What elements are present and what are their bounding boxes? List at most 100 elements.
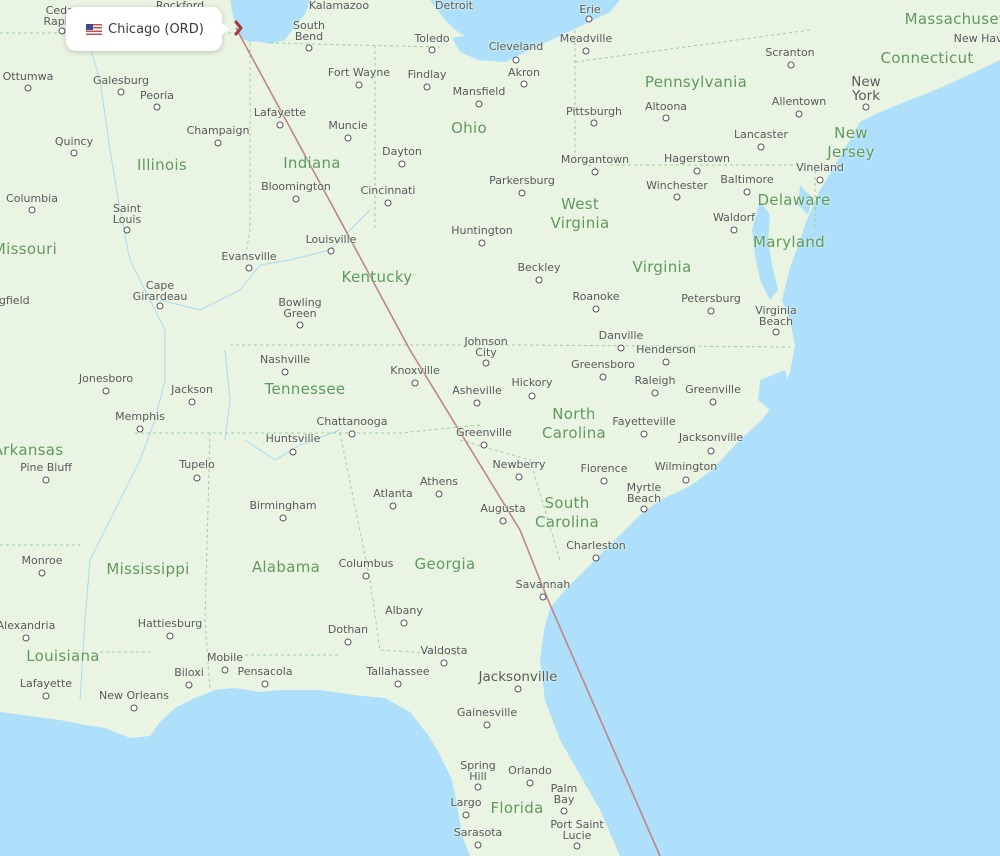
city-marker-icon[interactable]	[130, 704, 138, 712]
city-marker-icon[interactable]	[281, 368, 289, 376]
city-marker-icon[interactable]	[474, 783, 482, 791]
city-marker-icon[interactable]	[787, 61, 795, 69]
city-marker-icon[interactable]	[214, 139, 222, 147]
city-marker-icon[interactable]	[514, 685, 522, 693]
city-marker-icon[interactable]	[58, 27, 66, 35]
city-marker-icon[interactable]	[261, 680, 269, 688]
city-marker-icon[interactable]	[651, 389, 659, 397]
city-marker-icon[interactable]	[599, 373, 607, 381]
city-marker-icon[interactable]	[400, 619, 408, 627]
city-marker-icon[interactable]	[592, 305, 600, 313]
city-marker-icon[interactable]	[515, 473, 523, 481]
city-marker-icon[interactable]	[478, 239, 486, 247]
city-marker-icon[interactable]	[296, 321, 304, 329]
city-marker-icon[interactable]	[153, 103, 161, 111]
city-marker-icon[interactable]	[585, 15, 593, 23]
city-label-peoria: Peoria	[139, 89, 175, 102]
city-marker-icon[interactable]	[276, 121, 284, 129]
city-marker-icon[interactable]	[355, 81, 363, 89]
city-marker-icon[interactable]	[462, 811, 470, 819]
city-marker-icon[interactable]	[673, 193, 681, 201]
city-marker-icon[interactable]	[305, 44, 313, 52]
city-marker-icon[interactable]	[411, 379, 419, 387]
city-marker-icon[interactable]	[528, 392, 536, 400]
city-marker-icon[interactable]	[435, 490, 443, 498]
city-marker-icon[interactable]	[389, 502, 397, 510]
city-marker-icon[interactable]	[344, 638, 352, 646]
city-marker-icon[interactable]	[398, 160, 406, 168]
city-marker-icon[interactable]	[590, 119, 598, 127]
city-marker-icon[interactable]	[185, 681, 193, 689]
city-marker-icon[interactable]	[730, 226, 738, 234]
city-marker-icon[interactable]	[423, 83, 431, 91]
city-marker-icon[interactable]	[28, 206, 36, 214]
city-marker-icon[interactable]	[344, 134, 352, 142]
city-marker-icon[interactable]	[573, 842, 581, 850]
city-marker-icon[interactable]	[482, 359, 490, 367]
city-marker-icon[interactable]	[22, 634, 30, 642]
city-label-evansville: Evansville	[221, 250, 277, 263]
city-marker-icon[interactable]	[70, 149, 78, 157]
city-marker-icon[interactable]	[24, 84, 32, 92]
city-marker-icon[interactable]	[640, 505, 648, 513]
city-marker-icon[interactable]	[816, 176, 824, 184]
city-label-erie: Erie	[579, 3, 601, 16]
city-marker-icon[interactable]	[743, 188, 751, 196]
city-marker-icon[interactable]	[42, 476, 50, 484]
city-marker-icon[interactable]	[221, 666, 229, 674]
city-marker-icon[interactable]	[475, 100, 483, 108]
city-marker-icon[interactable]	[539, 593, 547, 601]
city-marker-icon[interactable]	[526, 779, 534, 787]
state-label-louisiana: Louisiana	[26, 647, 100, 665]
city-marker-icon[interactable]	[592, 554, 600, 562]
city-marker-icon[interactable]	[518, 189, 526, 197]
city-marker-icon[interactable]	[102, 387, 110, 395]
city-marker-icon[interactable]	[428, 46, 436, 54]
city-marker-icon[interactable]	[292, 195, 300, 203]
city-marker-icon[interactable]	[245, 264, 253, 272]
city-marker-icon[interactable]	[117, 88, 125, 96]
city-marker-icon[interactable]	[707, 307, 715, 315]
city-marker-icon[interactable]	[394, 680, 402, 688]
city-marker-icon[interactable]	[617, 344, 625, 352]
city-marker-icon[interactable]	[473, 399, 481, 407]
city-marker-icon[interactable]	[483, 721, 491, 729]
city-marker-icon[interactable]	[499, 517, 507, 525]
city-marker-icon[interactable]	[327, 247, 335, 255]
city-marker-icon[interactable]	[662, 358, 670, 366]
city-marker-icon[interactable]	[42, 692, 50, 700]
city-marker-icon[interactable]	[289, 448, 297, 456]
city-marker-icon[interactable]	[188, 398, 196, 406]
city-marker-icon[interactable]	[862, 103, 870, 111]
city-marker-icon[interactable]	[682, 476, 690, 484]
city-marker-icon[interactable]	[591, 168, 599, 176]
city-marker-icon[interactable]	[512, 56, 520, 64]
city-marker-icon[interactable]	[707, 447, 715, 455]
city-marker-icon[interactable]	[474, 841, 482, 849]
city-marker-icon[interactable]	[520, 80, 528, 88]
origin-tooltip[interactable]: Chicago (ORD)	[66, 7, 229, 51]
city-marker-icon[interactable]	[166, 632, 174, 640]
city-marker-icon[interactable]	[560, 807, 568, 815]
city-marker-icon[interactable]	[693, 167, 701, 175]
city-marker-icon[interactable]	[384, 199, 392, 207]
city-marker-icon[interactable]	[640, 430, 648, 438]
city-marker-icon[interactable]	[772, 328, 780, 336]
city-marker-icon[interactable]	[795, 110, 803, 118]
city-marker-icon[interactable]	[600, 477, 608, 485]
city-marker-icon[interactable]	[136, 425, 144, 433]
city-marker-icon[interactable]	[362, 572, 370, 580]
city-marker-icon[interactable]	[279, 514, 287, 522]
city-marker-icon[interactable]	[348, 430, 356, 438]
city-marker-icon[interactable]	[582, 47, 590, 55]
city-marker-icon[interactable]	[156, 302, 164, 310]
city-marker-icon[interactable]	[38, 569, 46, 577]
city-marker-icon[interactable]	[123, 226, 131, 234]
city-marker-icon[interactable]	[662, 114, 670, 122]
city-marker-icon[interactable]	[480, 441, 488, 449]
city-marker-icon[interactable]	[193, 474, 201, 482]
city-marker-icon[interactable]	[757, 143, 765, 151]
city-marker-icon[interactable]	[709, 398, 717, 406]
city-marker-icon[interactable]	[535, 276, 543, 284]
city-marker-icon[interactable]	[440, 659, 448, 667]
